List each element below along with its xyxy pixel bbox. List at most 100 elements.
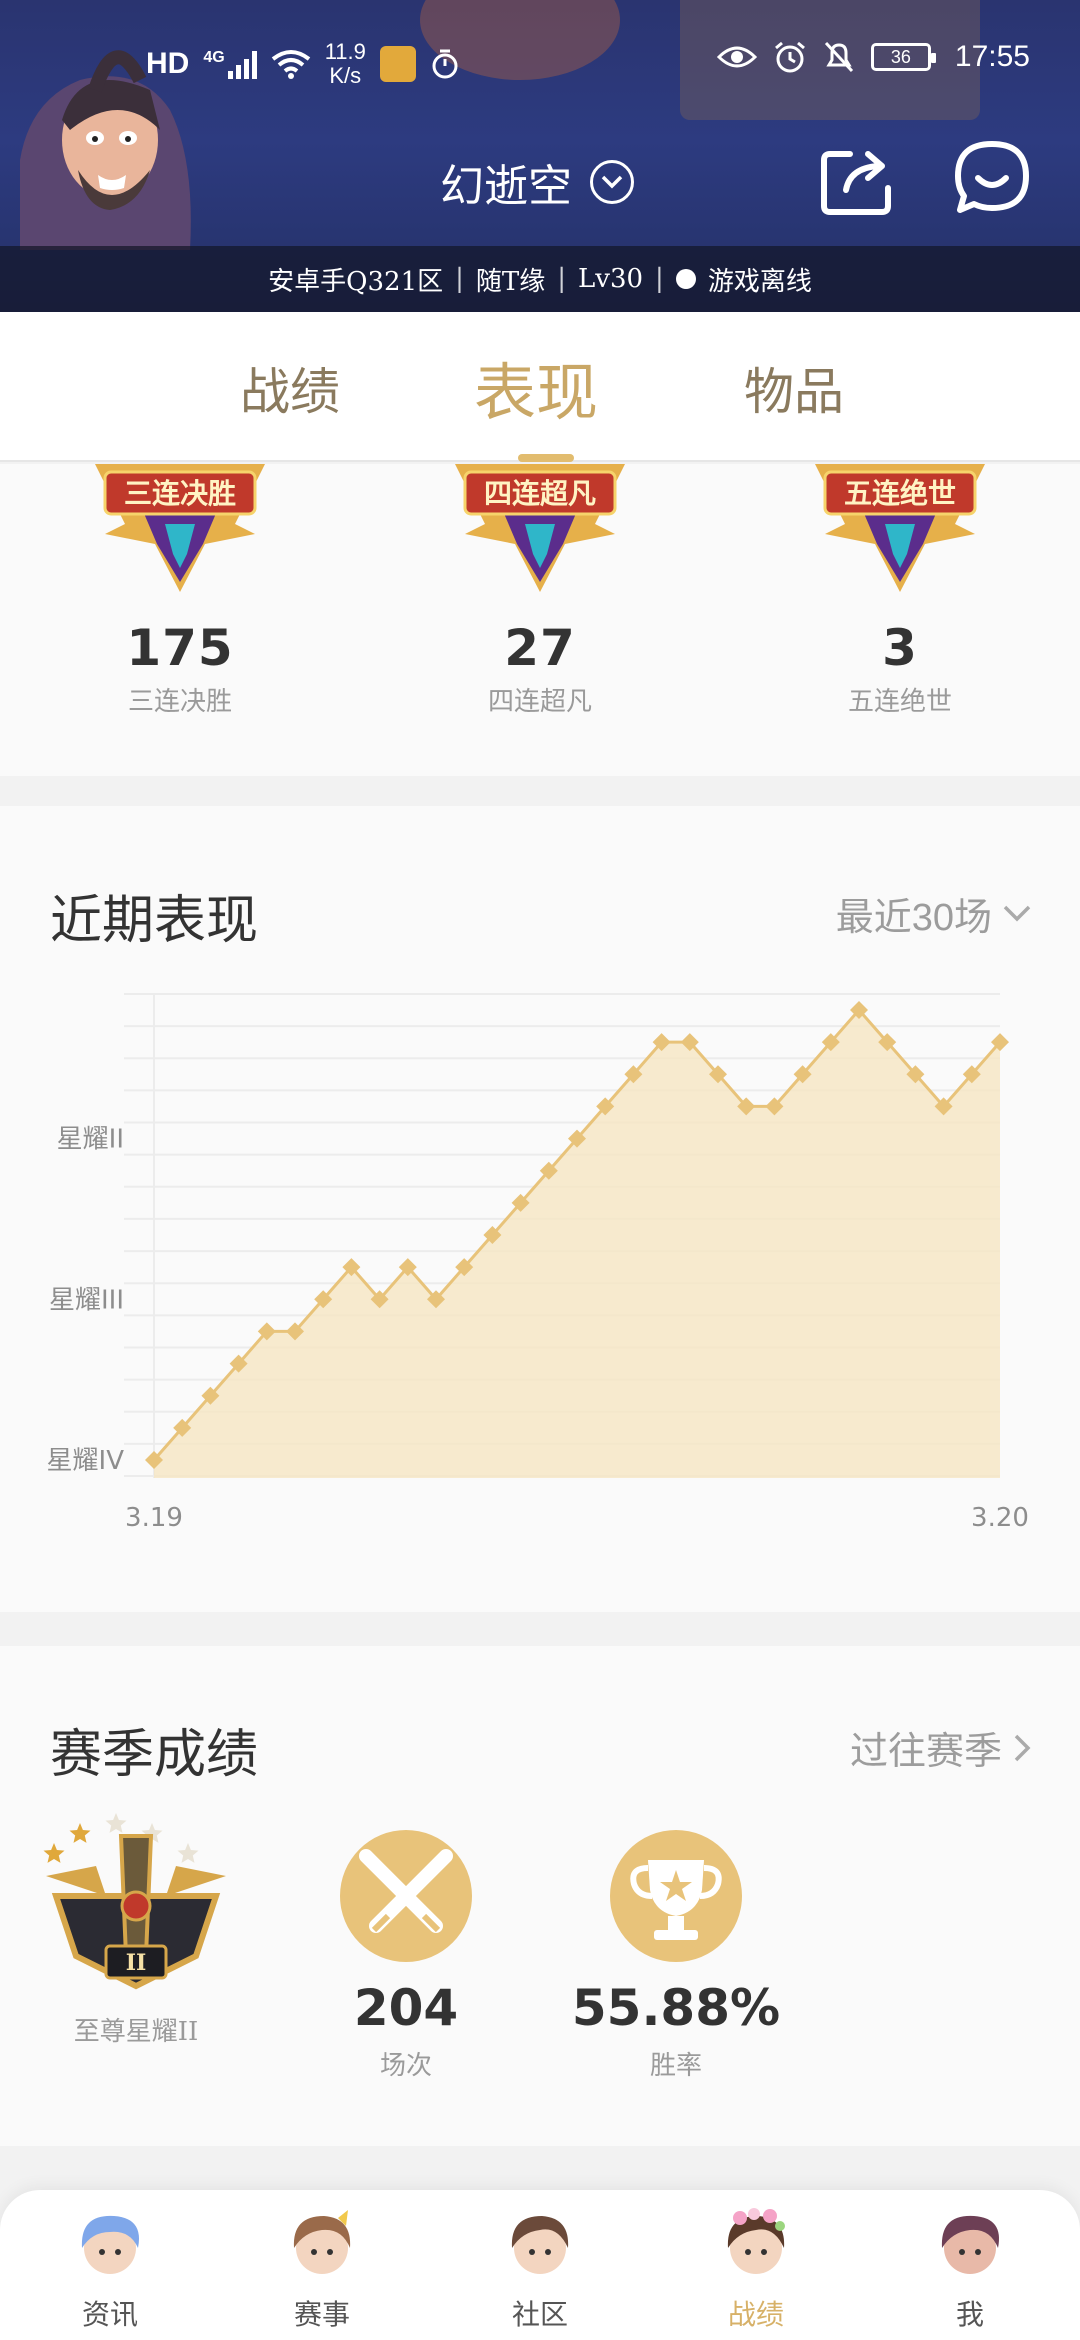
wifi-icon — [271, 50, 310, 79]
streak-label: 三连决胜 — [127, 687, 232, 717]
games-label: 场次 — [379, 2051, 432, 2081]
profile-header: HD 4G 11.9 K/s 36 17:55 幻逝空 安卓手Q321区 | 随… — [0, 0, 1080, 312]
streak-badge-icon: 五连绝世 — [815, 464, 985, 592]
active-tab-indicator — [518, 454, 574, 462]
eye-icon — [716, 46, 757, 68]
tab-bar: 战绩 表现 物品 — [0, 312, 1080, 462]
past-seasons-label: 过往赛季 — [849, 1729, 1002, 1773]
status-dot — [675, 269, 696, 289]
win-rate-stat: 55.88% 胜率 — [556, 1826, 796, 2082]
network-type: 4G — [203, 49, 225, 66]
achievement-penta[interactable]: 五连绝世 3 五连绝世 — [800, 464, 1000, 718]
nav-record[interactable]: 战绩 — [696, 2208, 816, 2333]
network-speed: 11.9 K/s — [325, 40, 366, 88]
recent-performance-card: 近期表现 最近30场 星耀IV 星耀III 星耀II 3.19 3.20 — [0, 806, 1080, 1612]
record-avatar-icon — [727, 2208, 785, 2274]
server-label: 安卓手Q321区 — [268, 266, 444, 297]
battery-icon: 36 — [870, 43, 936, 71]
winrate-label: 胜率 — [649, 2051, 702, 2081]
tab-record[interactable]: 战绩 — [240, 352, 340, 424]
nav-label: 资讯 — [81, 2298, 138, 2331]
tab-items[interactable]: 物品 — [744, 352, 844, 424]
rank-star — [105, 1813, 127, 1833]
share-icon[interactable] — [820, 144, 896, 216]
streak-count: 3 — [882, 619, 918, 677]
speed-unit: K/s — [329, 63, 362, 88]
bottom-navigation: 资讯 赛事 社区 战绩 我 — [0, 2190, 1080, 2340]
games-value: 204 — [353, 1979, 459, 2037]
divider: | — [557, 264, 566, 294]
streak-achievements-card: 三连决胜 175 三连决胜 四连超凡 27 四连超凡 五连绝世 3 五连绝世 — [0, 464, 1080, 776]
nav-label: 赛事 — [293, 2298, 350, 2331]
rank-star — [177, 1843, 199, 1863]
news-avatar-icon — [81, 2215, 139, 2274]
chevron-right-icon — [1014, 1734, 1031, 1761]
season-rank[interactable]: II 至尊星耀II — [36, 1806, 236, 2048]
rank-star — [69, 1823, 91, 1843]
achievement-quadra[interactable]: 四连超凡 27 四连超凡 — [440, 464, 640, 718]
rank-label: 至尊星耀II — [73, 2017, 199, 2047]
divider: | — [455, 264, 464, 294]
badge-text: 五连绝世 — [844, 477, 956, 510]
rank-numeral: II — [126, 1950, 147, 1976]
player-name-dropdown[interactable]: 幻逝空 — [440, 150, 634, 214]
app-notification-icon — [379, 46, 416, 82]
rank-star — [43, 1843, 65, 1863]
streak-badge-icon: 四连超凡 — [455, 464, 625, 592]
chat-bubble-icon[interactable] — [954, 140, 1030, 216]
x-tick-label: 3.19 — [125, 1503, 183, 1533]
past-seasons-link[interactable]: 过往赛季 — [850, 1720, 1032, 1775]
achievement-triple[interactable]: 三连决胜 175 三连决胜 — [80, 464, 280, 718]
badge-text: 四连超凡 — [484, 477, 596, 510]
me-avatar-icon — [941, 2215, 999, 2274]
nav-label: 社区 — [511, 2298, 568, 2331]
nav-me[interactable]: 我 — [910, 2208, 1030, 2333]
streak-count: 175 — [126, 619, 234, 677]
performance-chart: 星耀IV 星耀III 星耀II 3.19 3.20 — [47, 993, 1029, 1533]
events-avatar-icon — [293, 2210, 351, 2274]
nav-events[interactable]: 赛事 — [262, 2208, 382, 2333]
section-title: 赛季成绩 — [50, 1725, 259, 1785]
trophy-icon — [610, 1830, 742, 1962]
chevron-down-icon — [590, 160, 634, 204]
recent-range-dropdown[interactable]: 最近30场 — [836, 886, 1032, 941]
y-tick-label: 星耀IV — [47, 1446, 125, 1476]
badge-text: 三连决胜 — [124, 477, 236, 510]
status-bar: HD 4G 11.9 K/s 36 17:55 — [0, 0, 1080, 130]
speed-value: 11.9 — [324, 39, 366, 64]
nav-label: 我 — [955, 2298, 984, 2331]
nav-news[interactable]: 资讯 — [50, 2208, 170, 2333]
level-label: Lv30 — [578, 264, 644, 294]
tab-performance[interactable]: 表现 — [474, 342, 598, 432]
streak-label: 五连绝世 — [847, 687, 952, 717]
battery-level: 36 — [890, 46, 911, 67]
nav-community[interactable]: 社区 — [480, 2208, 600, 2333]
streak-label: 四连超凡 — [487, 687, 592, 717]
timer-icon — [432, 49, 458, 79]
streak-count: 27 — [504, 619, 576, 677]
community-avatar-icon — [511, 2216, 569, 2274]
streak-badge-icon: 三连决胜 — [95, 464, 265, 592]
chevron-down-icon — [1003, 905, 1031, 921]
winrate-value: 55.88% — [571, 1979, 781, 2037]
nav-label: 战绩 — [727, 2298, 784, 2331]
online-status: 游戏离线 — [707, 266, 812, 297]
nickname-label: 随T缘 — [475, 266, 546, 297]
alarm-icon — [774, 41, 805, 73]
hd-indicator: HD — [146, 47, 190, 80]
section-title: 近期表现 — [50, 891, 259, 951]
area-fill — [154, 1010, 1000, 1478]
season-summary-card: 赛季成绩 过往赛季 II 至尊星耀II 204 场次 55.88% 胜率 — [0, 1646, 1080, 2146]
rank-emblem-icon: II — [43, 1813, 226, 1990]
divider: | — [655, 264, 664, 294]
mute-bell-icon — [824, 41, 854, 73]
player-info-bar: 安卓手Q321区 | 随T缘 | Lv30 | 游戏离线 — [0, 246, 1080, 312]
range-label: 最近30场 — [835, 897, 992, 939]
y-tick-label: 星耀II — [57, 1125, 124, 1155]
x-tick-label: 3.20 — [971, 1503, 1029, 1533]
games-played-stat: 204 场次 — [286, 1826, 526, 2082]
y-tick-label: 星耀III — [49, 1285, 124, 1315]
player-name: 幻逝空 — [440, 161, 572, 212]
signal-icon: 4G — [203, 49, 257, 79]
crossed-swords-icon — [340, 1830, 472, 1962]
